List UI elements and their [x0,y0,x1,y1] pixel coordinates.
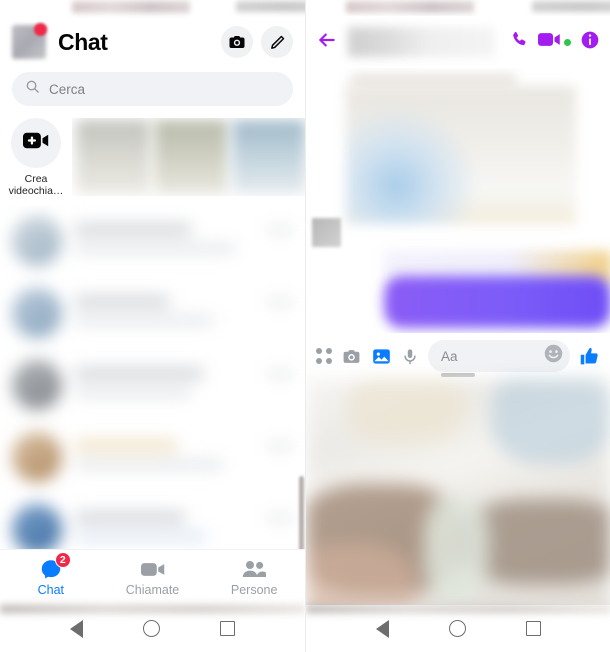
android-home-icon[interactable] [449,620,466,637]
sender-avatar [312,218,341,247]
new-message-button[interactable] [261,26,293,58]
nav-top-blur [306,605,610,613]
microphone-icon[interactable] [401,347,419,366]
conversation-info-button[interactable] [580,30,600,55]
incoming-image-message[interactable] [346,86,576,224]
peer-name-and-avatar[interactable] [348,27,495,57]
android-recents-icon[interactable] [220,621,235,636]
emoji-icon[interactable] [543,343,564,369]
list-item[interactable] [0,206,305,276]
tab-persone-label: Persone [230,583,278,597]
messenger-chat-list-pane: Chat Cerca Crea videochia… 2 Chat Chiama… [0,0,305,652]
tab-chiamate[interactable]: Chiamate [102,558,204,597]
tab-chat[interactable]: 2 Chat [0,552,102,597]
create-video-call-button[interactable]: Crea videochia… [0,118,72,197]
story-item[interactable] [232,120,305,194]
phone-icon [510,30,529,54]
stories-row: Crea videochia… [0,114,305,206]
chat-bubble-icon: 2 [40,552,71,580]
drag-handle[interactable] [441,373,475,377]
android-back-icon[interactable] [376,619,389,638]
message-thread[interactable] [306,68,610,333]
android-navigation-bar [306,605,610,652]
camera-button[interactable] [221,26,253,58]
camera-icon [228,33,246,51]
message-input-placeholder: Aa [441,348,458,364]
search-placeholder: Cerca [49,81,86,97]
stories-carousel[interactable] [72,118,305,196]
list-item[interactable] [0,278,305,348]
message-composer: Aa [306,333,610,379]
pencil-edit-icon [269,34,286,51]
video-call-button[interactable] [538,31,571,53]
chat-list-header: Chat [0,16,305,68]
video-camera-icon [538,31,562,53]
message-input[interactable]: Aa [428,340,570,372]
search-container: Cerca [0,68,305,114]
android-back-icon[interactable] [70,619,83,638]
more-options-icon[interactable] [316,348,332,364]
list-item[interactable] [0,350,305,420]
nav-top-blur [0,605,305,613]
status-bar-left-blur [346,1,474,13]
status-bar-right-blur [532,1,610,12]
profile-avatar[interactable] [12,23,47,59]
video-plus-icon [23,131,49,155]
list-item[interactable] [0,422,305,492]
online-status-dot [564,38,571,46]
status-bar-right [306,0,610,16]
story-item[interactable] [154,120,228,194]
search-icon [25,79,40,99]
voice-call-button[interactable] [510,30,529,54]
conversation-header [306,16,610,68]
status-bar [0,0,305,16]
conversation-list-blur [0,206,305,556]
android-home-icon[interactable] [143,620,160,637]
search-input[interactable]: Cerca [12,72,293,106]
background-app-preview[interactable] [306,379,610,621]
tab-chiamate-label: Chiamate [125,583,180,597]
page-title: Chat [58,28,108,55]
messenger-conversation-pane: Aa [305,0,610,652]
status-bar-left-blur [72,1,190,13]
create-call-label: Crea videochia… [8,173,64,197]
status-bar-right-blur [236,1,305,12]
tab-persone[interactable]: Persone [203,558,305,597]
list-item[interactable] [0,494,305,556]
chat-badge-count: 2 [54,552,71,568]
like-thumbs-up-button[interactable] [579,346,600,367]
video-camera-icon [140,558,165,580]
android-navigation-bar [0,605,305,652]
back-arrow-icon[interactable] [316,30,338,55]
gallery-icon[interactable] [371,347,392,366]
story-item[interactable] [76,120,150,194]
create-call-circle [11,118,61,168]
people-icon [242,558,267,580]
camera-icon[interactable] [341,347,362,366]
list-scrollbar[interactable] [299,476,304,556]
outgoing-message-bubble[interactable] [384,276,610,328]
info-icon [580,30,600,55]
avatar-notification-dot [34,23,47,36]
bottom-tab-bar: 2 Chat Chiamate Persone [0,549,305,605]
split-screen-root: Chat Cerca Crea videochia… 2 Chat Chiama… [0,0,610,652]
tab-chat-label: Chat [37,583,65,597]
android-recents-icon[interactable] [526,621,541,636]
conversation-list[interactable] [0,206,305,556]
